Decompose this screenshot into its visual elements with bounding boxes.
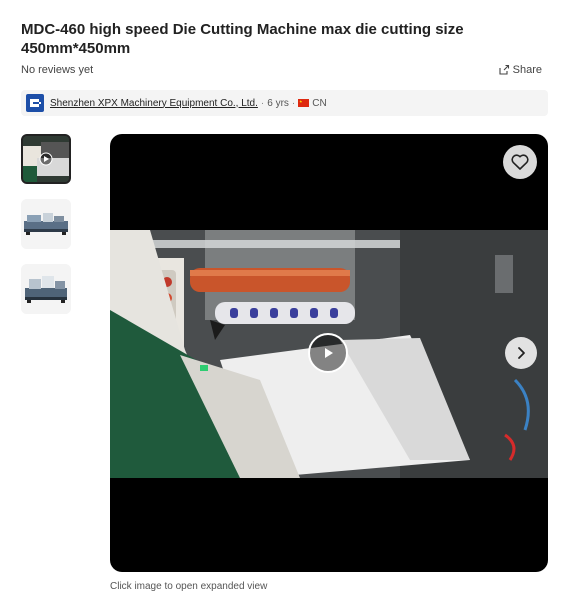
next-image-button[interactable] [505, 337, 537, 369]
play-button[interactable] [308, 333, 348, 373]
share-icon [499, 64, 509, 75]
share-label: Share [512, 64, 542, 76]
product-meta-row: No reviews yet Share [21, 64, 548, 80]
heart-icon [511, 154, 529, 170]
supplier-bar: Shenzhen XPX Machinery Equipment Co., Lt… [21, 90, 548, 116]
share-button[interactable]: Share [498, 64, 542, 76]
separator: · [291, 97, 296, 109]
video-thumbnail-image [23, 136, 69, 182]
machine-thumbnail-image [21, 199, 71, 249]
china-flag-icon [298, 99, 310, 107]
supplier-name-link[interactable]: Shenzhen XPX Machinery Equipment Co., Lt… [50, 98, 258, 109]
play-icon [325, 348, 333, 358]
gallery-caption: Click image to open expanded view [110, 581, 268, 592]
favorite-button[interactable] [503, 145, 537, 179]
separator: · [260, 97, 265, 109]
reviews-status: No reviews yet [21, 64, 94, 76]
thumbnail-video[interactable] [21, 134, 71, 184]
thumbnail-image-2[interactable] [21, 264, 71, 314]
chevron-right-icon [518, 347, 525, 359]
machine-thumbnail-image [21, 264, 71, 314]
thumbnail-image-1[interactable] [21, 199, 71, 249]
media-viewer[interactable] [110, 134, 548, 572]
product-title: MDC-460 high speed Die Cutting Machine m… [21, 21, 464, 57]
supplier-years: 6 yrs [267, 97, 289, 109]
supplier-logo-icon [26, 94, 44, 112]
supplier-country: CN [312, 97, 327, 109]
